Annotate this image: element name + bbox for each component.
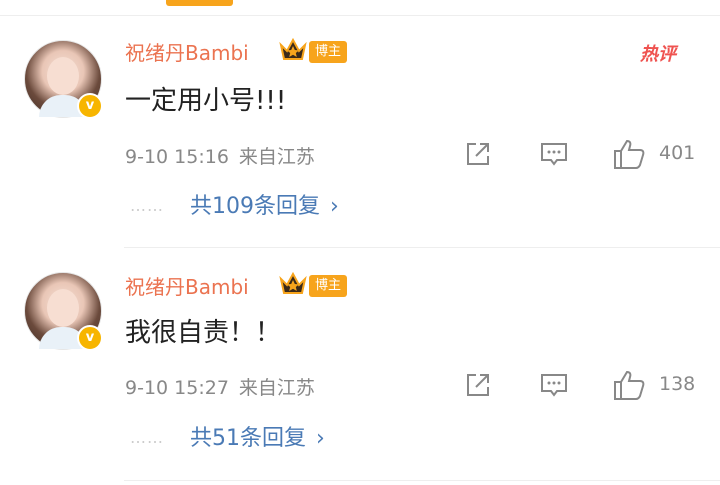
verified-badge-icon: v [77, 325, 103, 351]
comment-text: 一定用小号!!! [125, 86, 287, 116]
like-icon[interactable] [612, 369, 646, 401]
view-replies-link[interactable]: 共51条回复 › [190, 420, 325, 452]
reply-dots: …… [130, 428, 164, 447]
replies-label: 共109条回复 [190, 194, 320, 219]
avatar[interactable]: v [24, 272, 103, 351]
role-badge: 博主 [309, 41, 348, 63]
comment-icon[interactable] [540, 371, 568, 399]
like-icon[interactable] [612, 138, 646, 170]
comment-item: v 祝绪丹Bambi 博主 热评 一定用小号!!! 9-10 15:16 来自江苏… [0, 16, 720, 248]
view-replies-link[interactable]: 共109条回复 › [190, 188, 339, 220]
comment-location: 来自江苏 [238, 146, 315, 168]
username[interactable]: 祝绪丹Bambi [125, 271, 249, 300]
like-count: 401 [659, 142, 696, 164]
comment-icon[interactable] [540, 140, 568, 168]
comment-meta: 9-10 15:27 来自江苏 [125, 373, 315, 400]
verified-badge-icon: v [77, 93, 103, 119]
avatar-face [47, 289, 79, 327]
hot-comment-badge: 热评 [640, 44, 676, 65]
avatar[interactable]: v [24, 40, 103, 119]
crown-icon [279, 271, 307, 294]
crown-icon [279, 37, 307, 60]
share-icon[interactable] [464, 371, 492, 399]
comment-time: 9-10 15:27 [125, 377, 229, 399]
username[interactable]: 祝绪丹Bambi [125, 37, 249, 66]
avatar-face [47, 57, 79, 95]
replies-label: 共51条回复 [190, 426, 306, 451]
active-tab-indicator [166, 0, 233, 6]
chevron-right-icon: › [330, 194, 339, 219]
share-icon[interactable] [464, 140, 492, 168]
reply-dots: …… [130, 196, 164, 215]
comment-location: 来自江苏 [238, 377, 315, 399]
like-count: 138 [659, 373, 696, 395]
comment-text: 我很自责！！ [125, 318, 282, 348]
comment-meta: 9-10 15:16 来自江苏 [125, 142, 315, 169]
comment-item: v 祝绪丹Bambi 博主 我很自责！！ 9-10 15:27 来自江苏 138 … [0, 248, 720, 481]
comment-time: 9-10 15:16 [125, 146, 229, 168]
role-badge: 博主 [309, 275, 348, 297]
comment-divider [124, 480, 720, 481]
chevron-right-icon: › [316, 426, 325, 451]
